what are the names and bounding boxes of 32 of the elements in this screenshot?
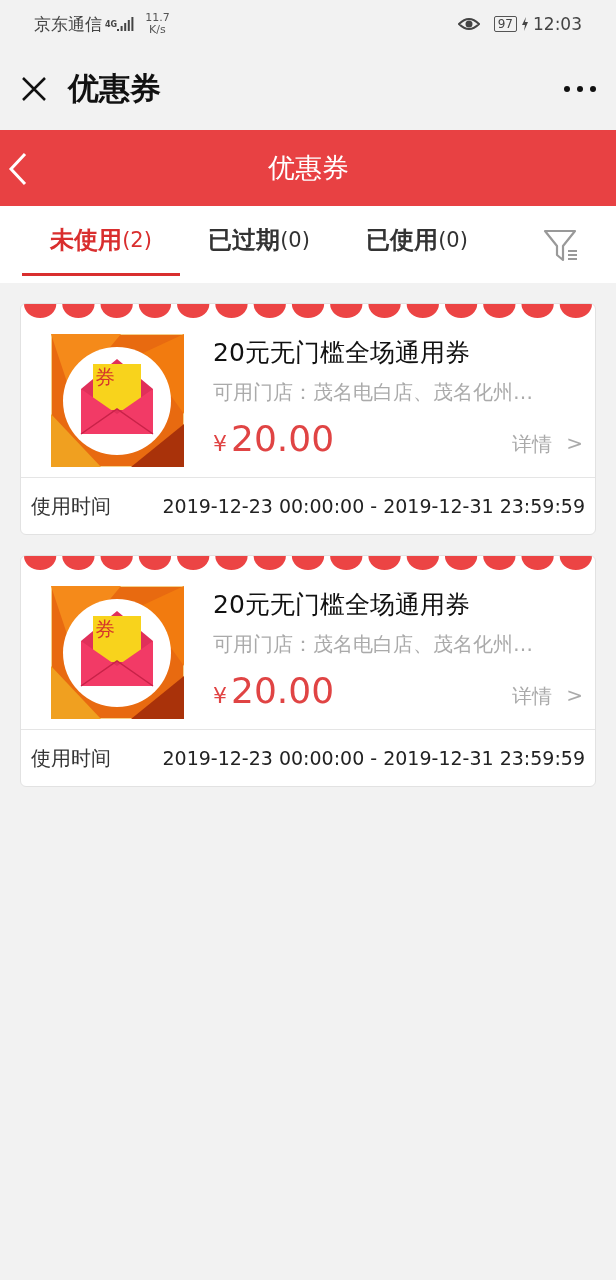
eye-icon [457, 17, 480, 31]
more-icon[interactable] [564, 86, 596, 92]
network-type: 4G [105, 19, 118, 29]
coupon-title: 20元无门槛全场通用券 [213, 337, 471, 369]
validity-range: 2019-12-23 00:00:00 - 2019-12-31 23:59:59 [162, 495, 585, 517]
currency-symbol: ¥ [213, 683, 227, 708]
page-title: 优惠券 [68, 69, 161, 108]
charging-icon [521, 17, 529, 31]
tab[interactable]: 已过期(0) [180, 206, 338, 276]
carrier-name: 京东通信 [34, 12, 102, 36]
coupon-title: 20元无门槛全场通用券 [213, 589, 471, 621]
battery-level: 97 [493, 16, 517, 32]
validity-range: 2019-12-23 00:00:00 - 2019-12-31 23:59:59 [162, 747, 585, 769]
validity-label: 使用时间 [31, 492, 111, 520]
coupon-image-label: 券 [95, 616, 115, 643]
coupon-amount: 20.00 [231, 670, 335, 711]
header-title: 优惠券 [267, 151, 349, 185]
network-speed: 11.7 [145, 12, 170, 24]
coupon-image-label: 券 [95, 364, 115, 391]
currency-symbol: ¥ [213, 431, 227, 456]
close-icon[interactable] [20, 75, 48, 103]
tab[interactable]: 未使用(2) [22, 206, 180, 276]
coupon-amount: 20.00 [231, 418, 335, 459]
coupon-card[interactable]: 券 20元无门槛全场通用券 可用门店：茂名电白店、茂名化州… ¥20.00 详情 > 使用时间 2019-12-23 00:00:00 - 2019-12-31 23:59:59 [20, 303, 596, 535]
tab[interactable]: 已使用(0) [338, 206, 496, 276]
validity-label: 使用时间 [31, 744, 111, 772]
coupon-stores: 可用门店：茂名电白店、茂名化州… [213, 631, 534, 658]
coupon-card[interactable]: 券 20元无门槛全场通用券 可用门店：茂名电白店、茂名化州… ¥20.00 详情 > 使用时间 2019-12-23 00:00:00 - 2019-12-31 23:59:59 [20, 555, 596, 787]
coupon-stores: 可用门店：茂名电白店、茂名化州… [213, 379, 534, 406]
speed-unit: K/s [149, 24, 166, 36]
clock-time: 12:03 [533, 14, 582, 34]
signal-icon [117, 17, 136, 31]
